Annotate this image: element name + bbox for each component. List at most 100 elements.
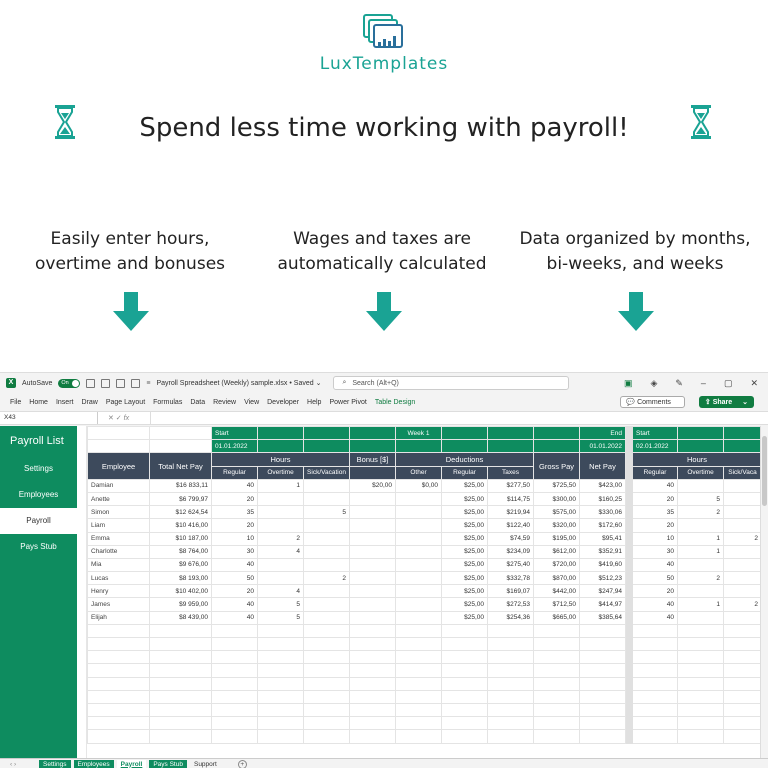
- comments-button[interactable]: 💬 Comments: [620, 396, 685, 408]
- cell-other[interactable]: [395, 531, 442, 546]
- cell-name[interactable]: Damian: [87, 478, 150, 493]
- empty-cell[interactable]: [723, 702, 762, 718]
- cell-tax[interactable]: $169,07: [487, 584, 534, 599]
- cell-w2reg[interactable]: 40: [632, 610, 678, 625]
- cell-sick[interactable]: [303, 531, 350, 546]
- cell-tax[interactable]: $332,78: [487, 571, 534, 586]
- empty-cell[interactable]: [211, 689, 258, 704]
- cell-name[interactable]: Anette: [87, 491, 150, 507]
- cell-bonus[interactable]: [349, 571, 396, 586]
- cell-w2sick[interactable]: [723, 478, 762, 493]
- empty-cell[interactable]: [487, 689, 534, 704]
- cell-total[interactable]: $8 193,00: [149, 571, 212, 586]
- empty-cell[interactable]: [441, 689, 488, 704]
- cell-sick[interactable]: [303, 544, 350, 559]
- empty-cell[interactable]: [487, 623, 534, 639]
- cell-total[interactable]: $8 439,00: [149, 610, 212, 625]
- empty-cell[interactable]: [579, 623, 626, 639]
- cell-sick[interactable]: [303, 610, 350, 625]
- empty-cell[interactable]: [632, 702, 678, 718]
- empty-cell[interactable]: [303, 663, 350, 678]
- menu-home[interactable]: Home: [29, 399, 48, 406]
- empty-cell[interactable]: [349, 689, 396, 704]
- cell-gross[interactable]: $720,00: [533, 557, 580, 573]
- vertical-scrollbar[interactable]: [760, 426, 768, 759]
- cell-w2sick[interactable]: [723, 610, 762, 625]
- empty-cell[interactable]: [257, 676, 304, 691]
- empty-cell[interactable]: [632, 729, 678, 744]
- sidebar-item-employees[interactable]: Employees: [0, 482, 77, 508]
- cell-ot[interactable]: 4: [257, 584, 304, 599]
- empty-cell[interactable]: [395, 636, 442, 652]
- cell-w2ot[interactable]: 1: [677, 531, 724, 546]
- empty-cell[interactable]: [487, 716, 534, 731]
- empty-cell[interactable]: [487, 729, 534, 744]
- empty-cell[interactable]: [487, 676, 534, 691]
- cell-tax[interactable]: $219,94: [487, 505, 534, 520]
- empty-cell[interactable]: [441, 636, 488, 652]
- menu-developer[interactable]: Developer: [267, 399, 299, 406]
- cell-net[interactable]: $95,41: [579, 531, 626, 546]
- empty-cell[interactable]: [395, 729, 442, 744]
- cell-gross[interactable]: $320,00: [533, 518, 580, 533]
- menu-view[interactable]: View: [244, 399, 259, 406]
- cell-w2reg[interactable]: 10: [632, 531, 678, 546]
- empty-cell[interactable]: [395, 676, 442, 691]
- empty-cell[interactable]: [579, 729, 626, 744]
- empty-cell[interactable]: [257, 650, 304, 665]
- cell-other[interactable]: [395, 597, 442, 612]
- cell-w2reg[interactable]: 20: [632, 584, 678, 599]
- cell-w2reg[interactable]: 40: [632, 478, 678, 493]
- cell-reg[interactable]: 35: [211, 505, 258, 520]
- cell-ot[interactable]: 4: [257, 544, 304, 559]
- empty-cell[interactable]: [211, 663, 258, 678]
- tab-settings[interactable]: Settings: [39, 759, 71, 768]
- empty-cell[interactable]: [677, 689, 724, 704]
- cell-total[interactable]: $10 402,00: [149, 584, 212, 599]
- cell-name[interactable]: Emma: [87, 531, 150, 546]
- cell-net[interactable]: $419,60: [579, 557, 626, 573]
- empty-cell[interactable]: [303, 729, 350, 744]
- menu-file[interactable]: File: [10, 399, 21, 406]
- empty-cell[interactable]: [533, 729, 580, 744]
- empty-cell[interactable]: [149, 663, 212, 678]
- cell-dreg[interactable]: $25,00: [441, 478, 488, 493]
- cell-sick[interactable]: 5: [303, 505, 350, 520]
- cell-name[interactable]: Henry: [87, 584, 150, 599]
- cell-total[interactable]: $10 416,00: [149, 518, 212, 533]
- menu-help[interactable]: Help: [307, 399, 321, 406]
- cell-gross[interactable]: $665,00: [533, 610, 580, 625]
- cell-dreg[interactable]: $25,00: [441, 544, 488, 559]
- cell-other[interactable]: [395, 584, 442, 599]
- cell-reg[interactable]: 40: [211, 610, 258, 625]
- empty-cell[interactable]: [87, 729, 150, 744]
- empty-cell[interactable]: [533, 716, 580, 731]
- cell-w2ot[interactable]: 2: [677, 571, 724, 586]
- cell-bonus[interactable]: $20,00: [349, 478, 396, 493]
- empty-cell[interactable]: [87, 702, 150, 718]
- cell-gross[interactable]: $300,00: [533, 491, 580, 507]
- add-sheet-icon[interactable]: +: [237, 759, 247, 768]
- cell-other[interactable]: [395, 610, 442, 625]
- menu-page-layout[interactable]: Page Layout: [106, 399, 145, 406]
- empty-cell[interactable]: [211, 716, 258, 731]
- cell-w2ot[interactable]: [677, 557, 724, 573]
- cell-bonus[interactable]: [349, 544, 396, 559]
- empty-cell[interactable]: [211, 636, 258, 652]
- empty-cell[interactable]: [395, 689, 442, 704]
- empty-cell[interactable]: [677, 663, 724, 678]
- empty-cell[interactable]: [487, 663, 534, 678]
- cell-tax[interactable]: $122,40: [487, 518, 534, 533]
- empty-cell[interactable]: [632, 663, 678, 678]
- empty-cell[interactable]: [149, 676, 212, 691]
- empty-cell[interactable]: [533, 689, 580, 704]
- menu-insert[interactable]: Insert: [56, 399, 74, 406]
- empty-cell[interactable]: [441, 729, 488, 744]
- cell-total[interactable]: $9 959,00: [149, 597, 212, 612]
- cell-dreg[interactable]: $25,00: [441, 610, 488, 625]
- empty-cell[interactable]: [723, 623, 762, 639]
- file-title[interactable]: Payroll Spreadsheet (Weekly) sample.xlsx…: [156, 379, 321, 387]
- cell-sick[interactable]: [303, 584, 350, 599]
- empty-cell[interactable]: [533, 636, 580, 652]
- empty-cell[interactable]: [87, 716, 150, 731]
